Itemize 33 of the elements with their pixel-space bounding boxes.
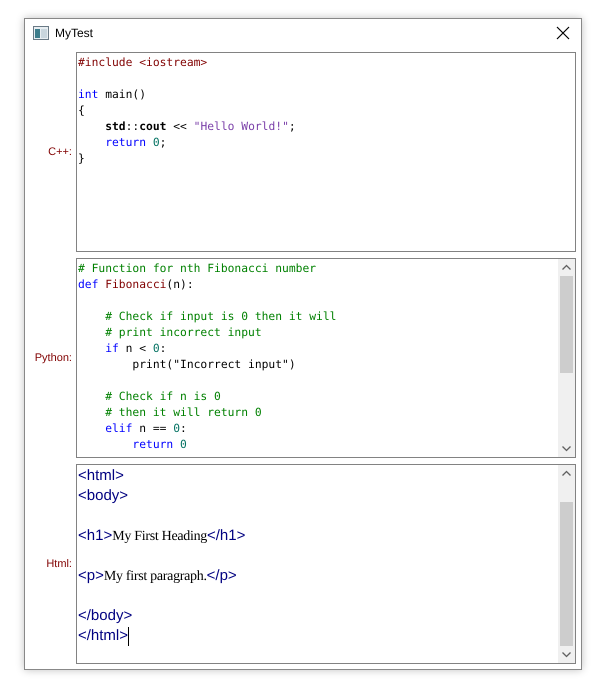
code-line: # Check if input is 0 then it will [104, 309, 338, 325]
code-line: </body> [78, 606, 134, 626]
app-icon [33, 26, 49, 40]
editor-label: C++: [47, 146, 73, 158]
editor-label: Html: [45, 558, 73, 570]
code-line: def Fibonacci(n): [78, 277, 195, 293]
code-line: # then it will return 0 [104, 405, 263, 421]
code-line: elif n == 0: [104, 421, 188, 437]
code-line: { [78, 103, 86, 119]
code-line: <h1>My First Heading</h1> [78, 526, 246, 546]
code-editor[interactable]: #include <iostream> int main() { std::cout << "Hello World!"; return 0; } [76, 52, 576, 252]
scrollbar[interactable] [558, 465, 575, 663]
code-line: } [78, 151, 86, 167]
code-line: # Check if n is 0 [104, 389, 222, 405]
scrollbar[interactable] [558, 259, 575, 457]
code-editor[interactable]: <html> <body> <h1>My First Heading</h1> <p>My first paragraph.</p> </body> </html> [76, 464, 576, 664]
window-title: MyTest [55, 26, 94, 40]
code-line: int main() [78, 87, 148, 103]
code-editor[interactable] [76, 258, 576, 458]
code-line: # print incorrect input [104, 325, 263, 341]
code-line: <html> [78, 466, 125, 486]
code-line: return 0; [104, 135, 168, 151]
code-line: return 0 [131, 437, 188, 453]
code-line: <p>My first paragraph.</p> [78, 566, 238, 586]
code-line: # Function for nth Fibonacci number [78, 261, 318, 277]
editor-label: Python: [34, 352, 73, 364]
code-line: print("Incorrect input") [131, 357, 297, 373]
close-icon[interactable] [556, 26, 570, 40]
code-line: </html> [78, 626, 130, 646]
code-line: <body> [78, 486, 130, 506]
code-line: std::cout << "Hello World!"; [104, 119, 297, 135]
code-line: #include <iostream> [78, 55, 208, 71]
code-line: if n < 0: [104, 341, 168, 357]
